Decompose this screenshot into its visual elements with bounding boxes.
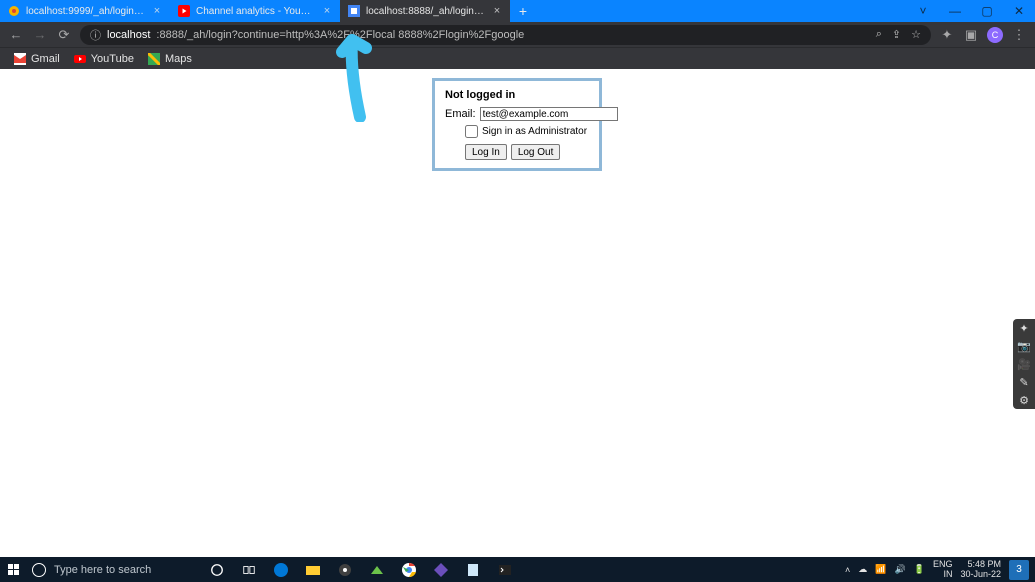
gmail-icon	[14, 53, 26, 65]
share-icon[interactable]: ⇪	[892, 28, 901, 41]
admin-checkbox[interactable]	[465, 125, 478, 138]
forward-button[interactable]: →	[32, 27, 48, 42]
tab-title: localhost:9999/_ah/login?continu	[26, 6, 146, 17]
bookmark-gmail[interactable]: Gmail	[14, 53, 60, 65]
bookmark-star-icon[interactable]: ☆	[911, 28, 921, 41]
windows-taskbar: Type here to search ˄ ☁ 📶 🔊 🔋 ENG IN 5:4…	[0, 557, 1035, 582]
profile-avatar[interactable]: C	[987, 27, 1003, 43]
url-path: :8888/_ah/login?continue=http%3A%2F%2Flo…	[156, 29, 524, 41]
settings-icon[interactable]	[336, 561, 354, 579]
tray-clock[interactable]: 5:48 PM 30-Jun-22	[960, 560, 1001, 579]
taskbar-search-placeholder: Type here to search	[54, 564, 151, 576]
browser-tab-1[interactable]: localhost:9999/_ah/login?continu ×	[0, 0, 170, 22]
youtube-icon	[74, 53, 86, 65]
taskbar-search[interactable]: Type here to search	[28, 557, 198, 582]
admin-checkbox-label: Sign in as Administrator	[482, 126, 587, 137]
login-panel: Not logged in Email: Sign in as Administ…	[432, 78, 602, 171]
side-panel-icon[interactable]: ▣	[963, 27, 979, 43]
tray-wifi-icon[interactable]: 📶	[875, 564, 886, 575]
app-icon[interactable]	[368, 561, 386, 579]
bookmark-label: Maps	[165, 53, 192, 65]
close-icon[interactable]: ×	[152, 5, 162, 17]
url-host: localhost	[107, 29, 150, 41]
login-button[interactable]: Log In	[465, 144, 507, 160]
window-controls: ˅ — ▢ ✕	[907, 0, 1035, 22]
search-icon[interactable]: ⌕	[876, 28, 882, 41]
tray-language[interactable]: ENG IN	[933, 560, 953, 579]
back-button[interactable]: ←	[8, 27, 24, 42]
page-content: Not logged in Email: Sign in as Administ…	[0, 69, 1035, 557]
browser-tab-3-active[interactable]: localhost:8888/_ah/login?continu ×	[340, 0, 510, 22]
logout-button[interactable]: Log Out	[511, 144, 561, 160]
email-field[interactable]	[480, 107, 618, 121]
capture-expand-icon[interactable]: ✦	[1013, 319, 1035, 337]
capture-pen-icon[interactable]: ✎	[1013, 373, 1035, 391]
start-button[interactable]	[0, 557, 28, 582]
taskbar-pinned-apps	[198, 561, 524, 579]
chrome-icon[interactable]	[400, 561, 418, 579]
search-circle-icon	[32, 563, 46, 577]
close-icon[interactable]: ×	[322, 5, 332, 17]
bookmark-maps[interactable]: Maps	[148, 53, 192, 65]
bookmark-label: Gmail	[31, 53, 60, 65]
tray-volume-icon[interactable]: 🔊	[895, 564, 906, 575]
kebab-menu-icon[interactable]: ⋮	[1011, 27, 1027, 43]
maximize-button[interactable]: ▢	[971, 0, 1003, 22]
appengine-icon	[348, 5, 360, 17]
tray-battery-icon[interactable]: 🔋	[914, 564, 925, 575]
bookmark-label: YouTube	[91, 53, 134, 65]
capture-gear-icon[interactable]: ⚙	[1013, 391, 1035, 409]
appengine-icon	[8, 5, 20, 17]
browser-tab-2[interactable]: Channel analytics - YouTube Stu ×	[170, 0, 340, 22]
chevron-down-icon[interactable]: ˅	[907, 0, 939, 22]
tab-title: Channel analytics - YouTube Stu	[196, 6, 316, 17]
maps-icon	[148, 53, 160, 65]
system-tray: ˄ ☁ 📶 🔊 🔋 ENG IN 5:48 PM 30-Jun-22 3	[839, 560, 1035, 580]
bookmarks-bar: Gmail YouTube Maps	[0, 47, 1035, 69]
edge-icon[interactable]	[272, 561, 290, 579]
login-heading: Not logged in	[445, 89, 589, 101]
file-explorer-icon[interactable]	[304, 561, 322, 579]
capture-toolbar: ✦ 📷 🎥 ✎ ⚙	[1013, 319, 1035, 409]
terminal-icon[interactable]	[496, 561, 514, 579]
reload-button[interactable]: ⟳	[56, 27, 72, 43]
tray-chevron-up-icon[interactable]: ˄	[845, 565, 850, 575]
new-tab-button[interactable]: +	[510, 0, 536, 22]
site-info-icon[interactable]: ⓘ	[90, 27, 101, 43]
browser-tab-strip: localhost:9999/_ah/login?continu × Chann…	[0, 0, 1035, 22]
close-icon[interactable]: ×	[492, 5, 502, 17]
action-center-icon[interactable]: 3	[1009, 560, 1029, 580]
bookmark-youtube[interactable]: YouTube	[74, 53, 134, 65]
close-window-button[interactable]: ✕	[1003, 0, 1035, 22]
capture-video-icon[interactable]: 🎥	[1013, 355, 1035, 373]
email-label: Email:	[445, 108, 476, 120]
address-bar[interactable]: ⓘ localhost :8888/_ah/login?continue=htt…	[80, 25, 931, 45]
extensions-icon[interactable]: ✦	[939, 27, 955, 43]
browser-toolbar: ← → ⟳ ⓘ localhost :8888/_ah/login?contin…	[0, 22, 1035, 47]
youtube-icon	[178, 5, 190, 17]
capture-camera-icon[interactable]: 📷	[1013, 337, 1035, 355]
task-view-icon[interactable]	[240, 561, 258, 579]
tab-title: localhost:8888/_ah/login?continu	[366, 6, 486, 17]
notepad-icon[interactable]	[464, 561, 482, 579]
minimize-button[interactable]: —	[939, 0, 971, 22]
cortana-icon[interactable]	[208, 561, 226, 579]
app-icon-2[interactable]	[432, 561, 450, 579]
tray-onedrive-icon[interactable]: ☁	[858, 564, 867, 575]
